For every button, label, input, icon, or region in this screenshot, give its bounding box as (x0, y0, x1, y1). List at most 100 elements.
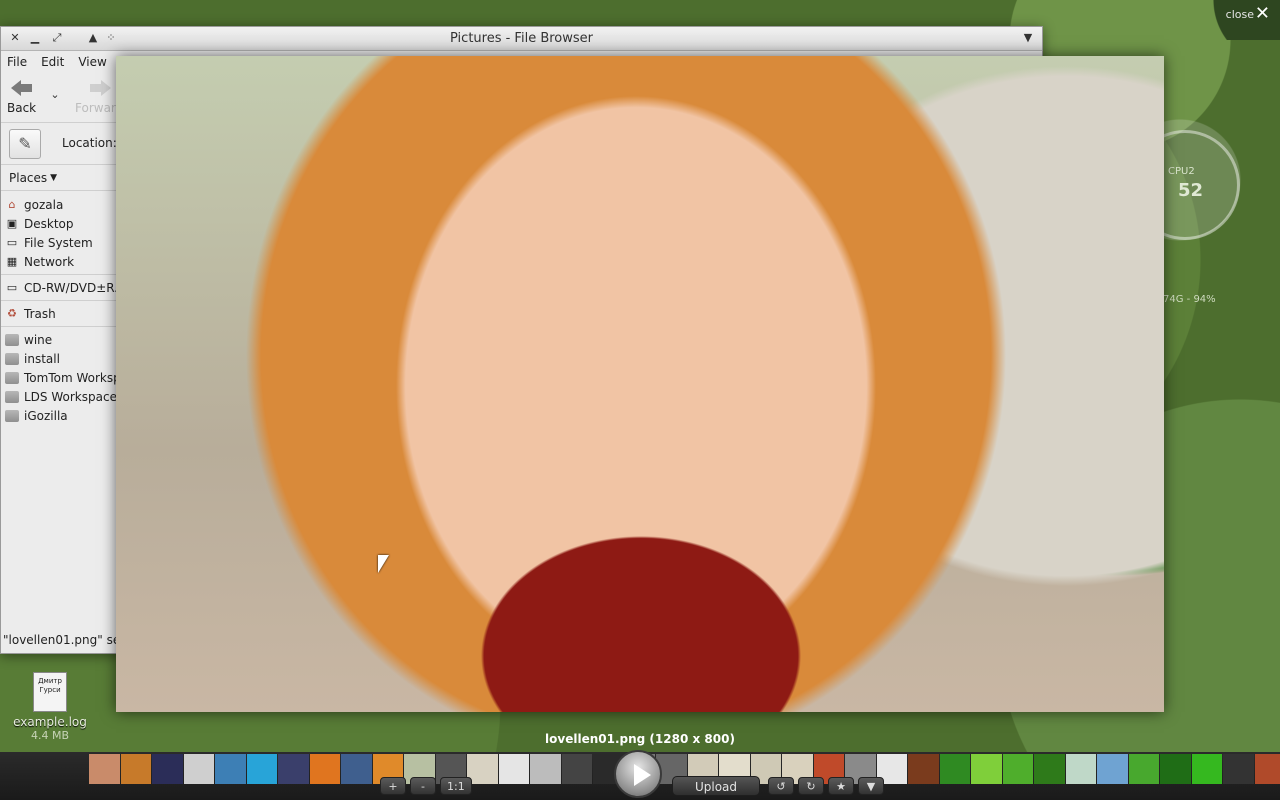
file-thumbnail-text: Дмитр Гурси (38, 677, 62, 694)
forward-button[interactable]: Forward (75, 79, 117, 115)
thumbnail-item[interactable] (1097, 754, 1128, 784)
thumbnail-item[interactable] (971, 754, 1002, 784)
optical-drive-icon: ▭ (6, 280, 18, 294)
folder-icon (5, 409, 19, 422)
viewer-controls-right: ↺ ↻ ★ ▼ (768, 776, 908, 796)
rotate-left-button[interactable]: ↺ (768, 777, 794, 795)
back-arrow-icon (10, 79, 33, 97)
status-bar: "lovellen01.png" sel (3, 633, 124, 647)
cpu-label: CPU2 (1168, 166, 1195, 177)
back-history-chevron-icon[interactable]: ⌄ (47, 87, 63, 103)
sidebar: Places ▼ ⌂ gozala ▣ Desktop ▭ File Syste… (1, 165, 117, 425)
folder-icon (5, 390, 19, 403)
window-titlebar[interactable]: ✕ ▁ ⤢ ▲ ⁘ Pictures - File Browser ▼ (1, 27, 1042, 51)
folder-icon (5, 371, 19, 384)
thumbnail-item[interactable] (908, 754, 939, 784)
sidebar-item-bookmark[interactable]: iGozilla (1, 406, 117, 425)
folder-icon (5, 352, 19, 365)
photo-caption: lovellen01.png (1280 x 800) (545, 732, 735, 746)
window-title: Pictures - File Browser (450, 31, 593, 46)
sidebar-divider (1, 300, 117, 301)
sidebar-item-label: Network (24, 254, 75, 269)
thumbnail-item[interactable] (152, 754, 183, 784)
text-file-icon: Дмитр Гурси (33, 672, 67, 712)
photo-display[interactable] (116, 56, 1164, 712)
thumbnail-item[interactable] (341, 754, 372, 784)
sidebar-item-label: LDS Workspace (24, 389, 117, 404)
window-menu-icon[interactable]: ▼ (1020, 30, 1036, 46)
close-viewer-button[interactable]: close ✕ (1212, 0, 1280, 40)
thumbnail-item[interactable] (1223, 754, 1254, 784)
menu-file[interactable]: File (7, 55, 27, 69)
sidebar-item-network[interactable]: ▦ Network (1, 252, 117, 271)
file-name: example.log (13, 715, 87, 729)
thumbnail-item[interactable] (1065, 754, 1096, 784)
cpu-value: 52 (1178, 180, 1204, 201)
favorite-star-button[interactable]: ★ (828, 777, 854, 795)
forward-arrow-icon (89, 79, 111, 97)
sidebar-item-home[interactable]: ⌂ gozala (1, 195, 117, 214)
forward-label: Forward (75, 101, 117, 115)
edit-icon: ✎ (18, 134, 32, 153)
back-label: Back (7, 101, 37, 115)
thumbnail-item[interactable] (1160, 754, 1191, 784)
zoom-out-button[interactable]: - (410, 777, 436, 795)
thumbnail-item[interactable] (89, 754, 120, 784)
sidebar-item-optical-drive[interactable]: ▭ CD-RW/DVD±R... (1, 278, 117, 297)
thumbnail-item[interactable] (246, 754, 277, 784)
sidebar-item-bookmark[interactable]: install (1, 349, 117, 368)
sidebar-item-label: Desktop (24, 216, 74, 231)
thumbnail-item[interactable] (1254, 754, 1280, 784)
toggle-location-entry-button[interactable]: ✎ (9, 129, 41, 159)
sidebar-item-bookmark[interactable]: TomTom Workspa (1, 368, 117, 387)
mouse-cursor-icon (378, 555, 389, 573)
thumbnail-item[interactable] (120, 754, 151, 784)
thumbnail-item[interactable] (309, 754, 340, 784)
sidebar-divider (1, 274, 117, 275)
sidebar-item-label: install (24, 351, 60, 366)
zoom-in-button[interactable]: + (380, 777, 406, 795)
thumbnail-item[interactable] (1128, 754, 1159, 784)
location-label: Location: (62, 136, 117, 150)
thumbnail-item[interactable] (215, 754, 246, 784)
thumbnail-item[interactable] (1034, 754, 1065, 784)
thumbnail-item[interactable] (183, 754, 214, 784)
sidebar-item-label: File System (24, 235, 93, 250)
sidebar-item-label: wine (24, 332, 53, 347)
sidebar-item-label: Trash (24, 306, 56, 321)
sidebar-divider (1, 326, 117, 327)
sidebar-item-label: TomTom Workspa (24, 370, 117, 385)
sidebar-item-label: CD-RW/DVD±R... (24, 280, 117, 295)
folder-icon (5, 333, 19, 346)
desktop-icon: ▣ (6, 216, 18, 230)
more-options-button[interactable]: ▼ (858, 777, 884, 795)
chevron-down-icon: ▼ (50, 172, 58, 183)
thumbnail-item[interactable] (1191, 754, 1222, 784)
sidebar-item-bookmark[interactable]: wine (1, 330, 117, 349)
close-label: close (1225, 8, 1254, 21)
slideshow-play-button[interactable] (614, 750, 662, 798)
drive-icon: ▭ (6, 235, 18, 249)
memory-text: 74G - 94% (1163, 294, 1216, 305)
thumbnail-item[interactable] (278, 754, 309, 784)
network-icon: ▦ (6, 254, 18, 268)
thumbnail-item[interactable] (1002, 754, 1033, 784)
sidebar-item-desktop[interactable]: ▣ Desktop (1, 214, 117, 233)
back-button[interactable]: Back (7, 79, 36, 115)
rotate-right-button[interactable]: ↻ (798, 777, 824, 795)
places-header-label: Places (9, 170, 48, 185)
home-icon: ⌂ (8, 197, 16, 211)
trash-icon: ♻ (7, 306, 17, 320)
menu-view[interactable]: View (78, 55, 106, 69)
sidebar-item-label: iGozilla (24, 408, 68, 423)
places-dropdown[interactable]: Places ▼ (1, 165, 117, 191)
actual-size-button[interactable]: 1:1 (440, 777, 472, 795)
close-icon: ✕ (1254, 3, 1270, 24)
upload-button[interactable]: Upload (672, 776, 760, 796)
sidebar-item-filesystem[interactable]: ▭ File System (1, 233, 117, 252)
thumbnail-item[interactable] (939, 754, 970, 784)
sidebar-item-bookmark[interactable]: LDS Workspace (1, 387, 117, 406)
sidebar-item-label: gozala (24, 197, 64, 212)
menu-edit[interactable]: Edit (41, 55, 64, 69)
sidebar-item-trash[interactable]: ♻ Trash (1, 304, 117, 323)
